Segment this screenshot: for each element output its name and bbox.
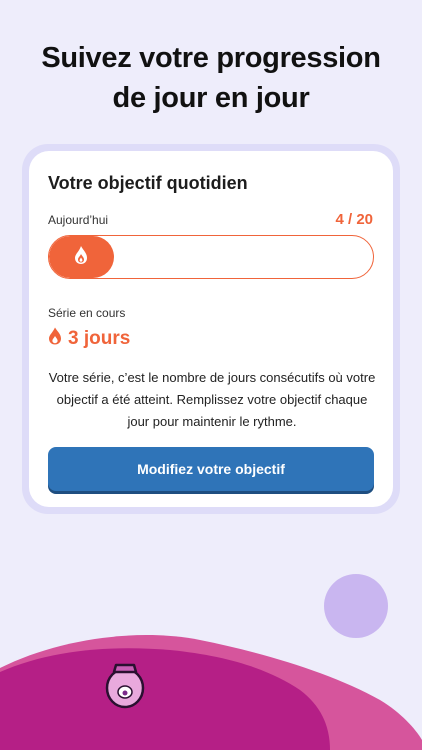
decorative-circle — [324, 574, 388, 638]
decorative-background — [0, 574, 422, 750]
